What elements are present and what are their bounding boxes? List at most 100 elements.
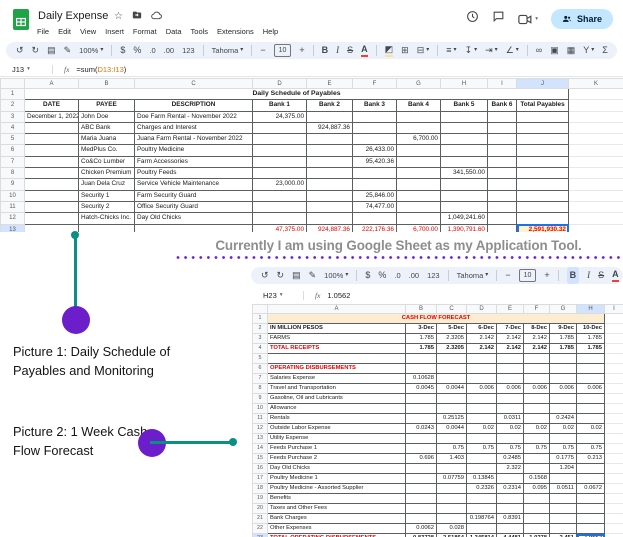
cell-C18[interactable] [436, 483, 467, 494]
cell-D13[interactable] [466, 433, 497, 444]
cell-A10[interactable]: Allowance [267, 403, 406, 414]
cell-C15[interactable]: 1.403 [436, 453, 467, 464]
cell-A16[interactable]: Day Old Chicks [267, 463, 406, 474]
row-header-15[interactable]: 15 [252, 453, 268, 464]
cell-C4[interactable]: 2.3205 [436, 343, 467, 354]
row-header-2[interactable]: 2 [252, 323, 268, 334]
cell-C6[interactable]: Poultry Medicine [134, 144, 253, 157]
cell-H9[interactable] [576, 393, 605, 404]
cell-H6[interactable] [576, 363, 605, 374]
cell-A20[interactable]: Taxes and Other Fees [267, 503, 406, 514]
cell-H18[interactable]: 0.0672 [576, 483, 605, 494]
cell-D16[interactable] [466, 463, 497, 474]
cell-C9[interactable]: Service Vehicle Maintenance [134, 178, 253, 191]
cell-G22[interactable] [549, 523, 577, 534]
cell-E14[interactable]: 0.75 [496, 443, 524, 454]
cell-D20[interactable] [466, 503, 497, 514]
cell-A18[interactable]: Poultry Medicine - Assorted Supplier [267, 483, 406, 494]
cell-G13[interactable]: 6,700.00 [396, 223, 441, 232]
cell-C3[interactable]: 2.3205 [436, 333, 467, 344]
cell-I21[interactable] [604, 513, 623, 524]
cell-D2[interactable]: Bank 1 [252, 99, 307, 112]
row-header-16[interactable]: 16 [252, 463, 268, 474]
cell-A22[interactable]: Other Expenses [267, 523, 406, 534]
bold-button[interactable]: B [566, 267, 580, 284]
decrease-decimals-button[interactable]: .0 [149, 42, 155, 59]
row-header-1[interactable]: 1 [252, 313, 268, 324]
cell-H5[interactable] [576, 353, 605, 364]
cell-A1-title[interactable]: CASH FLOW FORECAST [267, 313, 605, 324]
cell-A8[interactable] [24, 167, 79, 180]
cell-G12[interactable] [396, 212, 441, 225]
name-box[interactable]: H23 ▾ [251, 291, 299, 300]
font-size-input[interactable]: 10 [518, 269, 537, 282]
cell-E11[interactable]: 0.0311 [496, 413, 524, 424]
row-header-3[interactable]: 3 [0, 110, 25, 123]
column-header-D[interactable]: D [252, 78, 307, 89]
format-number-button[interactable]: 123 [182, 42, 195, 59]
hide-toolbar-button[interactable]: ∧ [616, 42, 617, 59]
cell-A4[interactable]: TOTAL RECEIPTS [267, 343, 406, 354]
column-header-E[interactable]: E [496, 304, 524, 314]
cell-C5[interactable]: Juana Farm Rental - November 2022 [134, 133, 253, 146]
cell-C3[interactable]: Doe Farm Rental - November 2022 [134, 110, 253, 123]
cell-B3[interactable]: John Doe [78, 110, 135, 123]
document-title[interactable]: Daily Expense [38, 10, 108, 22]
zoom-select[interactable]: 100% [324, 267, 348, 284]
cell-E16[interactable]: 2.322 [496, 463, 524, 474]
cell-I20[interactable] [604, 503, 623, 514]
decrease-font-size-button[interactable]: − [260, 42, 265, 59]
cell-F12[interactable]: 0.02 [523, 423, 550, 434]
cell-J4[interactable] [516, 121, 569, 135]
cell-A19[interactable]: Benefits [267, 493, 406, 504]
row-header-11[interactable]: 11 [0, 200, 25, 214]
row-header-22[interactable]: 22 [252, 523, 268, 534]
cell-E7[interactable] [306, 155, 353, 169]
column-header-H[interactable]: H [576, 304, 605, 314]
cell-C4[interactable]: Charges and Interest [134, 121, 253, 135]
cell-C16[interactable] [436, 463, 467, 474]
cell-G6[interactable] [396, 144, 441, 157]
cell-A1-title[interactable]: Daily Schedule of Payables [24, 87, 569, 101]
cell-D14[interactable]: 0.75 [466, 443, 497, 454]
cell-E10[interactable] [306, 189, 353, 202]
cell-B10[interactable] [405, 403, 437, 414]
cell-G14[interactable]: 0.75 [549, 443, 577, 454]
cell-H4[interactable]: 1.785 [576, 343, 605, 354]
cell-C5[interactable] [436, 353, 467, 364]
cell-F22[interactable] [523, 523, 550, 534]
row-header-13[interactable]: 13 [0, 223, 25, 232]
cell-H2[interactable]: Bank 5 [440, 99, 488, 112]
menu-data[interactable]: Data [166, 27, 182, 36]
cell-B12[interactable]: 0.0243 [405, 423, 437, 434]
menu-format[interactable]: Format [133, 27, 157, 36]
cell-H4[interactable] [440, 121, 488, 135]
cell-A21[interactable]: Bank Charges [267, 513, 406, 524]
cell-D9[interactable] [466, 393, 497, 404]
cell-K8[interactable] [568, 167, 623, 180]
cell-G23[interactable]: 2.451 [549, 533, 577, 537]
cell-B11[interactable]: Security 2 [78, 200, 135, 214]
cell-K6[interactable] [568, 144, 623, 157]
column-header-J[interactable]: J [516, 78, 569, 89]
cell-A7[interactable]: Salaries Expense [267, 373, 406, 384]
name-box[interactable]: J13 ▾ [0, 65, 48, 74]
paint-format-button[interactable]: ✎ [64, 42, 72, 59]
cell-H8[interactable]: 0.006 [576, 383, 605, 394]
cell-A4[interactable] [24, 121, 79, 135]
cell-B17[interactable] [405, 473, 437, 484]
cell-G10[interactable] [549, 403, 577, 414]
cell-G7[interactable] [549, 373, 577, 384]
cell-F8[interactable]: 0.006 [523, 383, 550, 394]
cell-H11[interactable] [576, 413, 605, 424]
column-header-C[interactable]: C [436, 304, 467, 314]
cell-D5[interactable] [466, 353, 497, 364]
format-number-button[interactable]: 123 [427, 267, 440, 284]
cell-G13[interactable] [549, 433, 577, 444]
cell-D6[interactable] [252, 144, 307, 157]
cell-A7[interactable] [24, 155, 79, 169]
cell-D18[interactable]: 0.2326 [466, 483, 497, 494]
cell-F9[interactable] [523, 393, 550, 404]
cell-G21[interactable] [549, 513, 577, 524]
cell-F9[interactable] [352, 178, 397, 191]
